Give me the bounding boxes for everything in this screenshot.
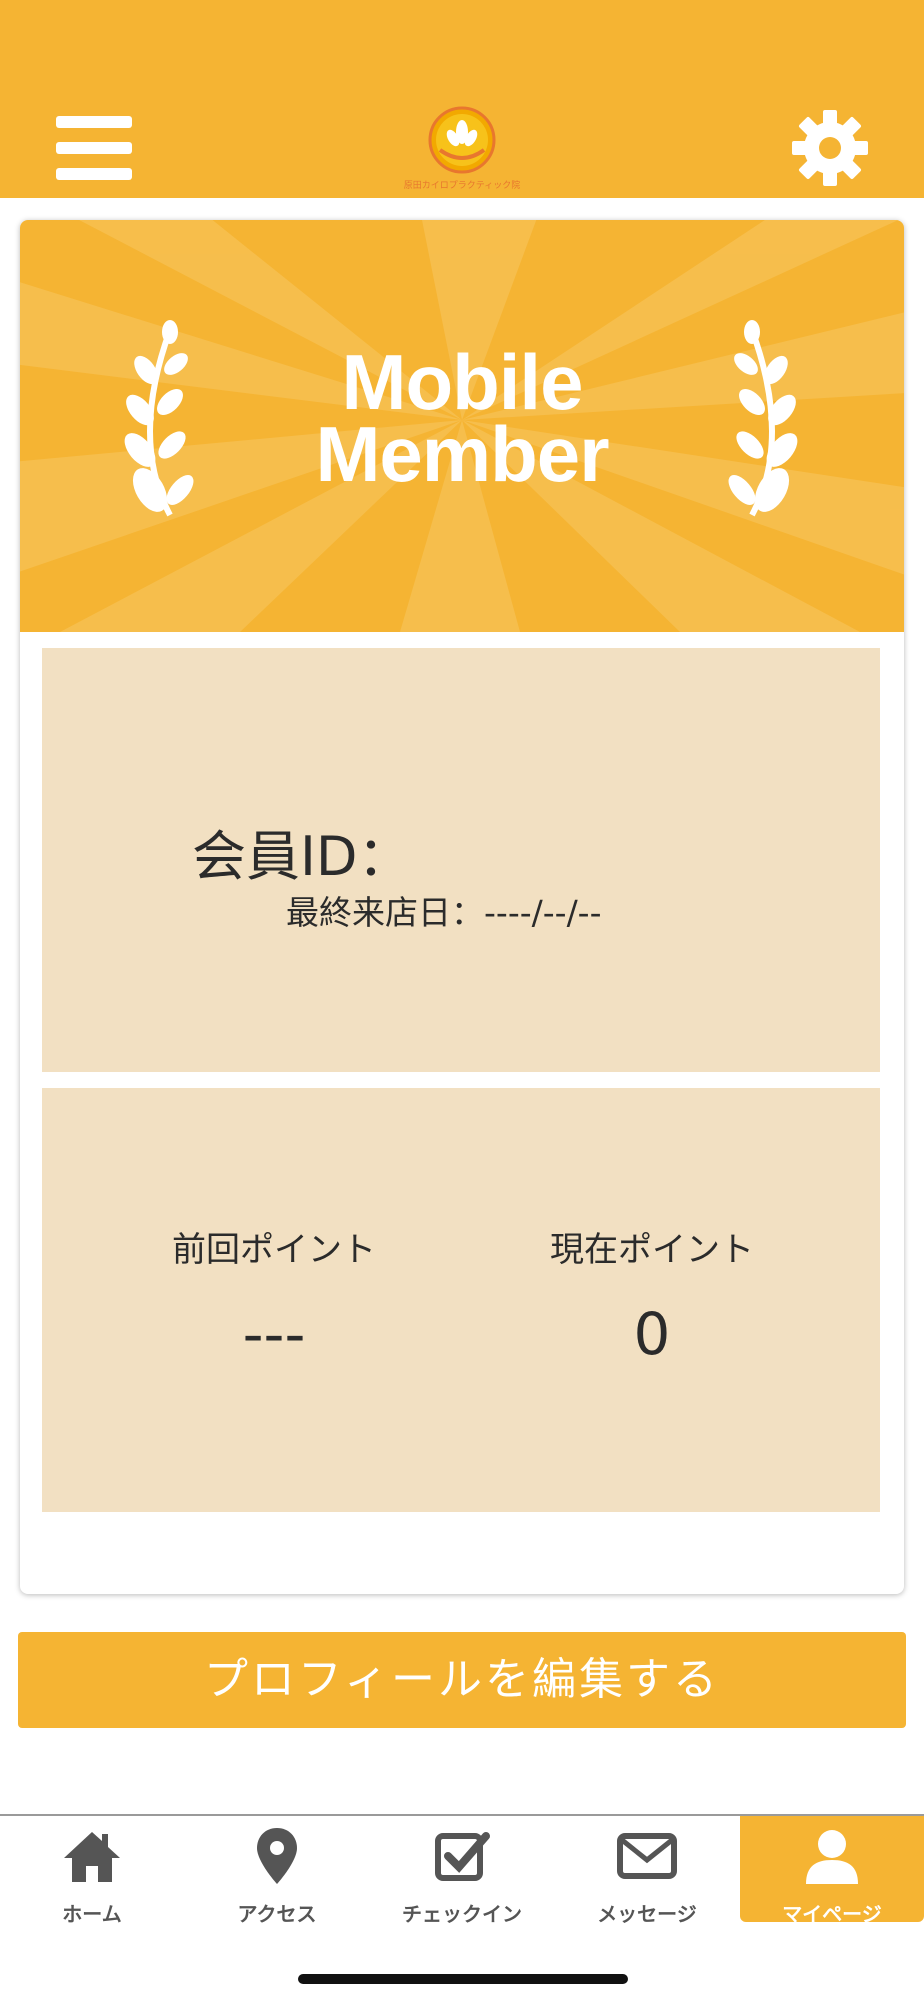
banner-title: Mobile Member — [20, 338, 904, 498]
points-panel: 前回ポイント --- 現在ポイント 0 — [42, 1088, 880, 1512]
member-info-panel: 会員ID： 最終来店日：----/--/-- — [42, 648, 880, 1072]
tab-access[interactable]: アクセス — [185, 1816, 369, 1926]
clinic-logo: 原田カイロプラクティック院 — [402, 104, 522, 192]
checkbox-icon — [435, 1832, 490, 1881]
current-points-value: 0 — [633, 1300, 671, 1368]
envelope-icon — [617, 1833, 677, 1879]
edit-profile-button[interactable]: プロフィールを編集する — [18, 1632, 906, 1728]
tab-messages[interactable]: メッセージ — [555, 1816, 739, 1926]
map-pin-icon — [257, 1828, 297, 1884]
tab-mypage[interactable]: マイページ — [740, 1816, 924, 1926]
previous-points-value: --- — [242, 1300, 306, 1368]
member-card: Mobile Member 会員ID： 最終来店日：----/--/-- 前回ポ… — [20, 220, 904, 1594]
tab-access-label: アクセス — [237, 1902, 317, 1926]
settings-gear-icon[interactable] — [790, 108, 870, 188]
tab-home[interactable]: ホーム — [0, 1816, 184, 1926]
tab-messages-label: メッセージ — [597, 1902, 697, 1926]
banner-title-line1: Mobile — [341, 338, 584, 426]
tab-mypage-label: マイページ — [782, 1902, 882, 1926]
previous-points-label: 前回ポイント — [172, 1230, 376, 1270]
tab-home-label: ホーム — [62, 1902, 122, 1926]
hamburger-menu-icon[interactable] — [56, 116, 132, 180]
member-id-label: 会員ID： — [192, 825, 412, 888]
user-icon — [806, 1830, 858, 1884]
home-indicator — [298, 1974, 628, 1984]
home-icon — [64, 1832, 120, 1882]
tab-checkin[interactable]: チェックイン — [370, 1816, 554, 1926]
member-banner: Mobile Member — [20, 220, 904, 632]
app-header: 原田カイロプラクティック院 — [0, 0, 924, 198]
current-points-label: 現在ポイント — [550, 1230, 754, 1270]
tab-checkin-label: チェックイン — [402, 1902, 522, 1926]
svg-text:原田カイロプラクティック院: 原田カイロプラクティック院 — [404, 179, 520, 191]
banner-title-line2: Member — [315, 410, 609, 498]
last-visit-label: 最終来店日：----/--/-- — [286, 893, 602, 932]
